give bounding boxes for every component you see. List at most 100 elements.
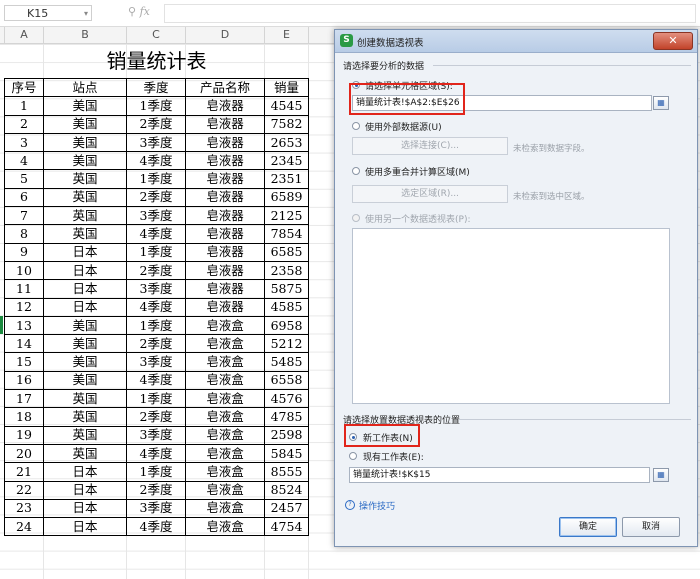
table-cell[interactable]: 美国 (43, 352, 127, 372)
table-cell[interactable]: 皂液器 (185, 187, 265, 208)
table-cell[interactable]: 皂液盒 (185, 315, 265, 336)
table-cell[interactable]: 7582 (264, 114, 309, 134)
table-cell[interactable]: 4585 (264, 297, 309, 317)
table-cell[interactable]: 4754 (264, 517, 309, 537)
table-cell[interactable]: 英国 (43, 425, 127, 445)
table-cell[interactable]: 皂液器 (185, 151, 265, 171)
dialog-titlebar[interactable]: S 创建数据透视表 ✕ (335, 30, 697, 53)
radio-external-source[interactable] (352, 122, 360, 130)
choose-connection-button[interactable]: 选择连接(C)... (352, 137, 508, 155)
table-cell[interactable]: 2 (4, 114, 44, 134)
table-cell[interactable]: 20 (4, 443, 44, 464)
table-cell[interactable]: 4季度 (126, 443, 186, 464)
table-cell[interactable]: 皂液盒 (185, 370, 265, 391)
tips-icon[interactable]: ? (345, 500, 355, 510)
table-cell[interactable]: 18 (4, 407, 44, 427)
table-cell[interactable]: 5845 (264, 443, 309, 464)
table-cell[interactable]: 皂液盒 (185, 407, 265, 427)
table-cell[interactable]: 2125 (264, 206, 309, 226)
table-cell[interactable]: 2季度 (126, 260, 186, 281)
table-cell[interactable]: 4季度 (126, 297, 186, 317)
table-cell[interactable]: 皂液盒 (185, 352, 265, 372)
table-cell[interactable]: 3季度 (126, 352, 186, 372)
table-cell[interactable]: 19 (4, 425, 44, 445)
cancel-button[interactable]: 取消 (622, 517, 680, 537)
table-cell[interactable]: 7854 (264, 224, 309, 244)
table-cell[interactable]: 6558 (264, 370, 309, 391)
table-cell[interactable]: 3季度 (126, 498, 186, 519)
table-cell[interactable]: 4 (4, 151, 44, 171)
table-cell[interactable]: 2653 (264, 132, 309, 153)
location-picker-icon[interactable]: ▦ (653, 468, 669, 482)
chevron-down-icon[interactable]: ▾ (84, 6, 88, 22)
table-cell[interactable]: 2358 (264, 260, 309, 281)
pivot-table-list[interactable] (352, 228, 670, 404)
table-cell[interactable]: 21 (4, 462, 44, 482)
table-cell[interactable]: 日本 (43, 498, 127, 519)
zoom-icon[interactable]: ⚲ (128, 5, 136, 18)
table-cell[interactable]: 皂液器 (185, 169, 265, 189)
sheet-title[interactable]: 销量统计表 (5, 44, 309, 79)
table-cell[interactable]: 5485 (264, 352, 309, 372)
range-picker-icon[interactable]: ▦ (653, 96, 669, 110)
table-cell[interactable]: 皂液器 (185, 114, 265, 134)
table-cell[interactable]: 15 (4, 352, 44, 372)
header-cell[interactable]: 季度 (126, 77, 186, 98)
column-header-a[interactable]: A (5, 27, 44, 43)
table-cell[interactable]: 4季度 (126, 151, 186, 171)
table-cell[interactable]: 皂液盒 (185, 462, 265, 482)
column-header-b[interactable]: B (44, 27, 127, 43)
table-cell[interactable]: 日本 (43, 297, 127, 317)
table-cell[interactable]: 英国 (43, 389, 127, 409)
table-cell[interactable]: 12 (4, 297, 44, 317)
table-cell[interactable]: 美国 (43, 132, 127, 153)
table-cell[interactable]: 皂液器 (185, 279, 265, 299)
table-cell[interactable]: 皂液器 (185, 132, 265, 153)
table-cell[interactable]: 皂液盒 (185, 425, 265, 445)
column-header-e[interactable]: E (265, 27, 309, 43)
table-cell[interactable]: 英国 (43, 206, 127, 226)
tips-link[interactable]: 操作技巧 (359, 499, 395, 512)
table-cell[interactable]: 17 (4, 389, 44, 409)
table-cell[interactable]: 日本 (43, 517, 127, 537)
table-cell[interactable]: 2457 (264, 498, 309, 519)
table-cell[interactable]: 美国 (43, 370, 127, 391)
name-box[interactable]: K15 ▾ (4, 5, 92, 21)
table-cell[interactable]: 4季度 (126, 370, 186, 391)
table-cell[interactable]: 皂液盒 (185, 389, 265, 409)
radio-other-pivot[interactable] (352, 214, 360, 222)
table-cell[interactable]: 1季度 (126, 242, 186, 262)
table-cell[interactable]: 1季度 (126, 315, 186, 336)
table-cell[interactable]: 5875 (264, 279, 309, 299)
table-cell[interactable]: 6958 (264, 315, 309, 336)
table-cell[interactable]: 23 (4, 498, 44, 519)
table-cell[interactable]: 4785 (264, 407, 309, 427)
table-cell[interactable]: 日本 (43, 260, 127, 281)
table-cell[interactable]: 皂液器 (185, 260, 265, 281)
table-cell[interactable]: 5212 (264, 334, 309, 354)
table-cell[interactable]: 3季度 (126, 425, 186, 445)
table-cell[interactable]: 13 (4, 315, 44, 336)
table-cell[interactable]: 美国 (43, 114, 127, 134)
table-cell[interactable]: 6 (4, 187, 44, 208)
existing-location-input[interactable]: 销量统计表!$K$15 (349, 467, 650, 483)
fx-icon[interactable]: fx (140, 5, 150, 18)
table-cell[interactable]: 24 (4, 517, 44, 537)
table-cell[interactable]: 3季度 (126, 132, 186, 153)
table-cell[interactable]: 美国 (43, 315, 127, 336)
table-cell[interactable]: 1 (4, 96, 44, 116)
column-header-d[interactable]: D (186, 27, 265, 43)
table-cell[interactable]: 6589 (264, 187, 309, 208)
table-cell[interactable]: 22 (4, 480, 44, 500)
ok-button[interactable]: 确定 (559, 517, 617, 537)
column-header-c[interactable]: C (127, 27, 186, 43)
formula-input[interactable] (164, 4, 696, 23)
table-cell[interactable]: 2季度 (126, 187, 186, 208)
table-cell[interactable]: 16 (4, 370, 44, 391)
table-cell[interactable]: 1季度 (126, 169, 186, 189)
select-region-button[interactable]: 选定区域(R)... (352, 185, 508, 203)
table-cell[interactable]: 2598 (264, 425, 309, 445)
table-cell[interactable]: 日本 (43, 480, 127, 500)
table-cell[interactable]: 1季度 (126, 389, 186, 409)
table-cell[interactable]: 5 (4, 169, 44, 189)
